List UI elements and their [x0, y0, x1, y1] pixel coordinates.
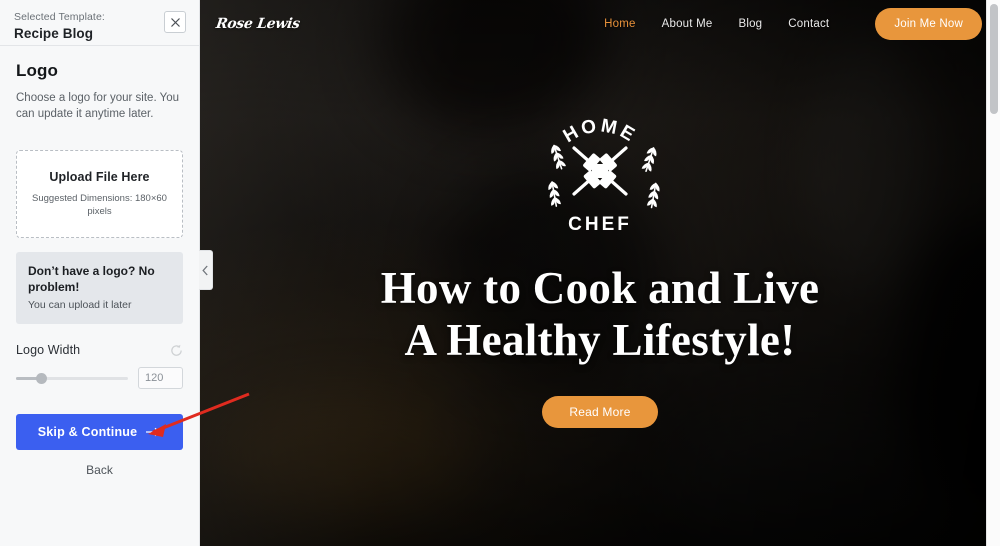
site-preview: Rose Lewis Home About Me Blog Contact Jo…: [200, 0, 1000, 546]
logo-width-field-header: Logo Width: [16, 343, 183, 357]
no-logo-info-title: Don’t have a logo? No problem!: [28, 264, 155, 294]
selected-template-name: Recipe Blog: [14, 26, 94, 41]
nav-links: Home About Me Blog Contact Join Me Now: [604, 8, 982, 40]
logo-width-input[interactable]: [138, 367, 183, 389]
close-button[interactable]: [164, 11, 186, 33]
nav-item-contact[interactable]: Contact: [788, 18, 829, 30]
hero-heading-line2: A Healthy Lifestyle!: [404, 315, 796, 365]
back-link[interactable]: Back: [0, 463, 199, 477]
chevron-left-icon: [202, 265, 208, 275]
logo-width-slider[interactable]: [16, 372, 128, 384]
hero-heading: How to Cook and Live A Healthy Lifestyle…: [381, 262, 820, 366]
logo-width-label: Logo Width: [16, 343, 81, 357]
skip-and-continue-button[interactable]: Skip & Continue: [16, 414, 183, 450]
upload-title: Upload File Here: [49, 170, 150, 184]
nav-item-about-me[interactable]: About Me: [662, 18, 713, 30]
logo-width-controls: [16, 367, 183, 389]
sidebar-collapse-handle[interactable]: [199, 250, 213, 290]
page-scrollbar[interactable]: [986, 0, 1000, 546]
sidebar-header: Selected Template: Recipe Blog: [0, 0, 199, 46]
nav-item-home[interactable]: Home: [604, 18, 635, 30]
hero-heading-line1: How to Cook and Live: [380, 263, 820, 313]
upload-suggested-dimensions: Suggested Dimensions: 180×60 pixels: [32, 193, 167, 217]
selected-template-label: Selected Template:: [14, 11, 105, 23]
reset-icon[interactable]: [170, 344, 183, 357]
no-logo-info-subtitle: You can upload it later: [28, 299, 132, 311]
skip-and-continue-label: Skip & Continue: [37, 425, 138, 439]
close-icon: [170, 17, 180, 27]
nav-item-blog[interactable]: Blog: [738, 18, 762, 30]
sidebar-intro: Logo Choose a logo for your site. You ca…: [0, 46, 199, 122]
app-root: Selected Template: Recipe Blog Logo Choo…: [0, 0, 1000, 546]
scrollbar-thumb[interactable]: [990, 4, 998, 114]
read-more-button[interactable]: Read More: [542, 396, 658, 428]
no-logo-info-box: Don’t have a logo? No problem! You can u…: [16, 252, 183, 324]
slider-thumb[interactable]: [36, 372, 48, 384]
hero-section: HOME CHEF How to Cook and Live A Healthy…: [200, 48, 1000, 428]
upload-dropzone[interactable]: Upload File Here Suggested Dimensions: 1…: [16, 150, 183, 238]
emblem-bottom-text: CHEF: [568, 214, 632, 235]
site-navbar: Rose Lewis Home About Me Blog Contact Jo…: [200, 0, 1000, 48]
page-description: Choose a logo for your site. You can upd…: [16, 92, 180, 120]
site-logo-text[interactable]: Rose Lewis: [215, 16, 301, 32]
logo-setup-sidebar: Selected Template: Recipe Blog Logo Choo…: [0, 0, 200, 546]
page-title: Logo: [16, 61, 58, 80]
arrow-right-icon: [146, 427, 161, 437]
join-me-now-button[interactable]: Join Me Now: [875, 8, 982, 40]
svg-text:HOME: HOME: [560, 115, 641, 147]
home-chef-emblem: HOME CHEF: [548, 115, 660, 235]
